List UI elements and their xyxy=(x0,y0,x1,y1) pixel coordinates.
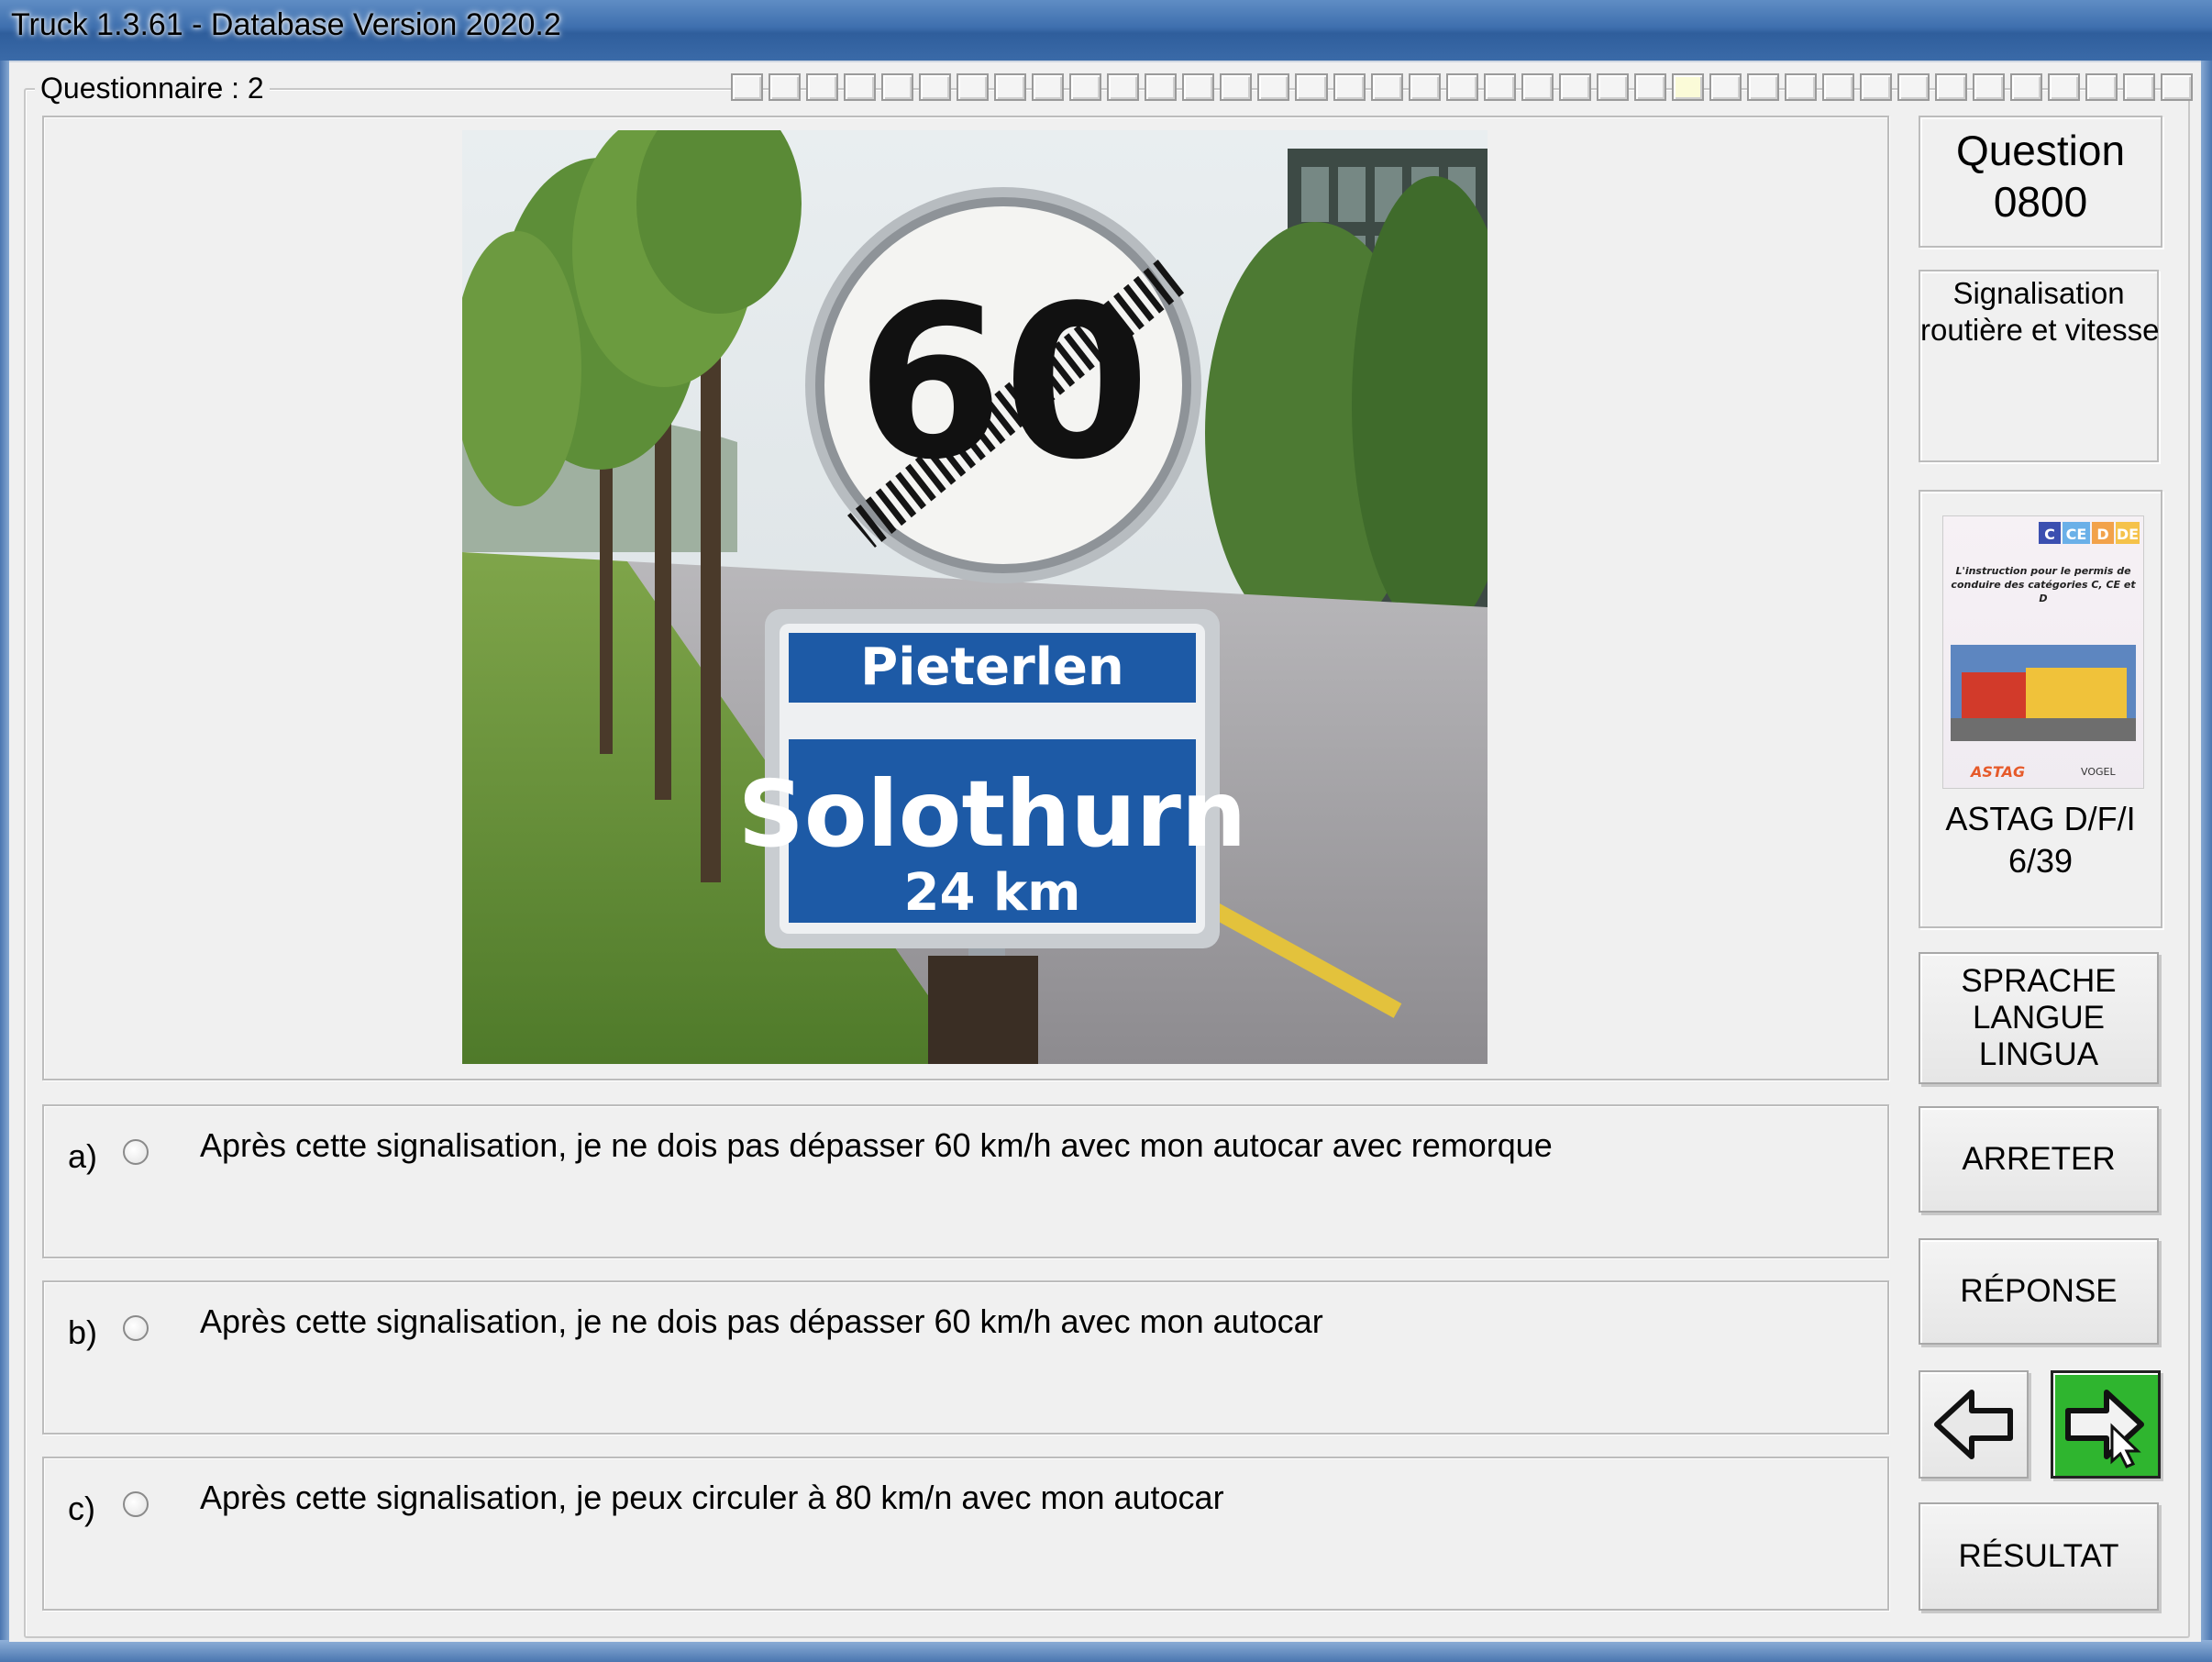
client-area: Questionnaire : 2 60 Pieterlen Solothurn… xyxy=(9,61,2201,1642)
progress-cell xyxy=(1445,73,1478,101)
svg-text:DE: DE xyxy=(2117,526,2139,543)
progress-cell xyxy=(1069,73,1102,101)
progress-cell xyxy=(881,73,914,101)
stop-button[interactable]: ARRETER xyxy=(1919,1106,2159,1213)
answer-b-radio[interactable] xyxy=(123,1315,149,1341)
stop-label: ARRETER xyxy=(1962,1141,2116,1177)
progress-cell xyxy=(2123,73,2156,101)
progress-cell xyxy=(1295,73,1328,101)
progress-cell xyxy=(2085,73,2118,101)
answer-a-letter: a) xyxy=(68,1137,98,1175)
question-number-box: Question 0800 xyxy=(1919,116,2162,248)
progress-cell xyxy=(1408,73,1441,101)
progress-cell xyxy=(2010,73,2043,101)
progress-cell xyxy=(1220,73,1253,101)
question-progress-bar xyxy=(728,73,2195,101)
progress-cell xyxy=(2161,73,2194,101)
book-source-line1: ASTAG D/F/I xyxy=(1945,800,2136,837)
svg-text:C: C xyxy=(2044,526,2055,543)
progress-cell xyxy=(1483,73,1516,101)
progress-cell xyxy=(1821,73,1854,101)
answer-a-radio[interactable] xyxy=(123,1139,149,1165)
svg-text:ASTAG: ASTAG xyxy=(1969,763,2025,781)
answer-c-panel[interactable]: c) Après cette signalisation, je peux ci… xyxy=(42,1457,1889,1611)
progress-cell xyxy=(1107,73,1140,101)
source-book-box: C CE D DE L'instruction pour le permis d… xyxy=(1919,490,2162,928)
answer-button[interactable]: RÉPONSE xyxy=(1919,1238,2159,1345)
progress-cell xyxy=(1370,73,1403,101)
window-frame-bottom xyxy=(0,1640,2212,1662)
progress-cell xyxy=(1558,73,1591,101)
progress-cell xyxy=(1897,73,1930,101)
answer-b-letter: b) xyxy=(68,1313,98,1351)
place-sign-main: Solothurn xyxy=(738,760,1246,868)
progress-cell xyxy=(957,73,990,101)
progress-cell xyxy=(1182,73,1215,101)
result-label: RÉSULTAT xyxy=(1958,1538,2119,1574)
answer-b-text: Après cette signalisation, je ne dois pa… xyxy=(200,1302,1323,1340)
progress-cell xyxy=(1032,73,1065,101)
progress-cell xyxy=(1935,73,1968,101)
previous-question-button[interactable] xyxy=(1919,1370,2029,1479)
book-cover-title: L'instruction pour le permis de conduire… xyxy=(1951,565,2136,604)
book-cover-image: C CE D DE L'instruction pour le permis d… xyxy=(1942,515,2144,789)
progress-cell xyxy=(2048,73,2081,101)
place-sign-distance: 24 km xyxy=(903,863,1080,923)
window-frame-right xyxy=(2201,61,2212,1662)
question-photo: 60 Pieterlen Solothurn 24 km xyxy=(462,130,1488,1064)
progress-cell xyxy=(806,73,839,101)
category-line2: routière et vitesse xyxy=(1920,313,2160,347)
progress-cell xyxy=(731,73,764,101)
category-box: Signalisation routière et vitesse xyxy=(1919,270,2159,462)
progress-cell xyxy=(844,73,877,101)
language-button[interactable]: SPRACHE LANGUE LINGUA xyxy=(1919,952,2159,1084)
progress-cell xyxy=(994,73,1027,101)
progress-cell xyxy=(1521,73,1554,101)
sign-speed-text: 60 xyxy=(857,261,1150,506)
answer-a-panel[interactable]: a) Après cette signalisation, je ne dois… xyxy=(42,1104,1889,1258)
progress-cell xyxy=(1145,73,1178,101)
language-label-de: SPRACHE xyxy=(1961,963,2117,999)
answer-b-panel[interactable]: b) Après cette signalisation, je ne dois… xyxy=(42,1280,1889,1435)
book-source: ASTAG D/F/I 6/39 xyxy=(1920,798,2161,882)
answer-a-text: Après cette signalisation, je ne dois pa… xyxy=(200,1126,1553,1164)
language-label-it: LINGUA xyxy=(1978,1036,2099,1072)
category-line1: Signalisation xyxy=(1952,276,2125,310)
progress-cell xyxy=(1633,73,1666,101)
progress-cell xyxy=(1257,73,1290,101)
answer-c-text: Après cette signalisation, je peux circu… xyxy=(200,1479,1224,1516)
road-sign-photo: 60 Pieterlen Solothurn 24 km xyxy=(462,130,1488,1064)
window-title: Truck 1.3.61 - Database Version 2020.2 xyxy=(11,7,561,42)
language-label-fr: LANGUE xyxy=(1973,1000,2105,1036)
progress-cell xyxy=(1859,73,1892,101)
answer-c-letter: c) xyxy=(68,1490,95,1527)
arrow-left-icon xyxy=(1934,1390,2013,1459)
progress-cell xyxy=(1709,73,1742,101)
result-button[interactable]: RÉSULTAT xyxy=(1919,1502,2159,1611)
progress-cell xyxy=(919,73,952,101)
progress-cell xyxy=(1784,73,1817,101)
question-image-panel: 60 Pieterlen Solothurn 24 km xyxy=(42,116,1889,1080)
next-question-button[interactable] xyxy=(2051,1370,2161,1479)
progress-cell xyxy=(1973,73,2006,101)
progress-cell xyxy=(1746,73,1779,101)
arrow-right-icon xyxy=(2065,1390,2144,1468)
place-sign-top: Pieterlen xyxy=(860,637,1124,697)
svg-text:VOGEL: VOGEL xyxy=(2081,766,2116,778)
answer-c-radio[interactable] xyxy=(123,1491,149,1517)
question-label: Question xyxy=(1955,127,2126,174)
progress-cell xyxy=(769,73,802,101)
answer-label: RÉPONSE xyxy=(1960,1273,2118,1309)
progress-cell xyxy=(1333,73,1366,101)
progress-cell xyxy=(1596,73,1629,101)
progress-cell xyxy=(1671,73,1704,101)
question-number: 0800 xyxy=(1993,178,2088,226)
window-titlebar[interactable]: Truck 1.3.61 - Database Version 2020.2 xyxy=(0,0,2212,61)
questionnaire-label: Questionnaire : 2 xyxy=(35,72,270,105)
window-frame-left xyxy=(0,61,9,1662)
book-source-line2: 6/39 xyxy=(2007,842,2074,880)
svg-text:CE: CE xyxy=(2066,526,2087,543)
svg-text:D: D xyxy=(2096,526,2108,543)
